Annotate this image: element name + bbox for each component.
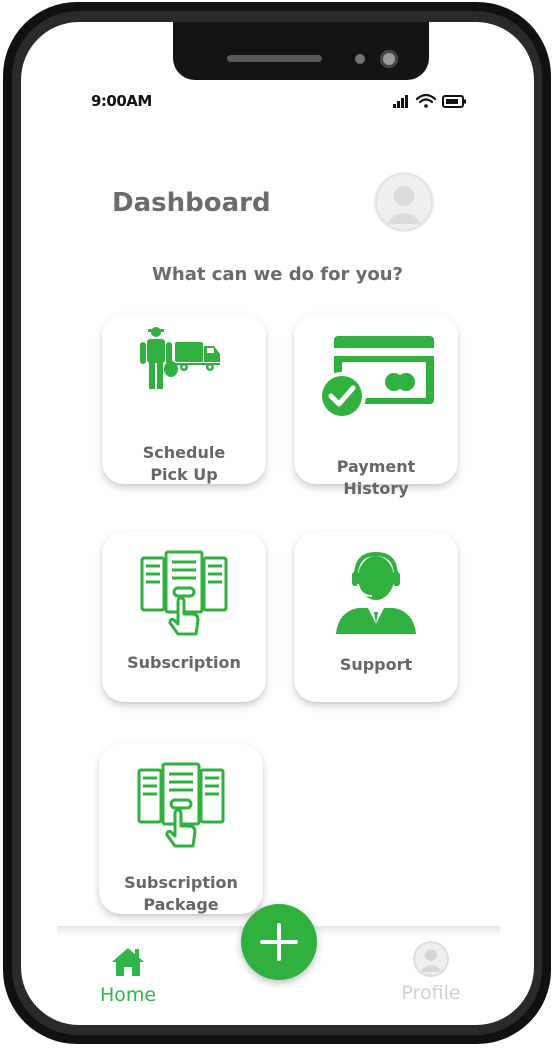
nav-profile-label: Profile: [401, 982, 461, 1004]
signal-icon: [393, 95, 408, 108]
subscription-tap-icon: [137, 762, 225, 848]
schedule-pickup-card[interactable]: Schedule Pick Up: [102, 314, 266, 484]
avatar[interactable]: [374, 172, 434, 232]
user-avatar-icon: [413, 941, 449, 977]
card-label-line1: Payment: [336, 457, 416, 476]
payment-history-card[interactable]: Payment History: [294, 314, 458, 498]
camera: [380, 50, 398, 68]
home-icon: [112, 948, 144, 976]
plus-icon-vertical: [277, 923, 281, 961]
credit-card-check-icon: [318, 336, 434, 420]
add-button[interactable]: [241, 904, 317, 980]
card-label-line1: Schedule: [142, 443, 226, 462]
user-avatar-icon: [375, 173, 433, 231]
notch: [173, 22, 429, 80]
page-title: Dashboard: [112, 188, 271, 218]
card-label-line2: History: [343, 479, 409, 498]
wifi-icon: [415, 93, 437, 108]
card-label-line2: Package: [143, 895, 219, 914]
card-label: Subscription: [127, 653, 241, 672]
phone-screen: 9:00AM Dashboard What can we do for you?: [21, 22, 534, 1025]
support-agent-icon: [336, 551, 416, 634]
prompt-text: What can we do for you?: [152, 264, 403, 285]
status-time: 9:00AM: [91, 92, 152, 110]
sensor: [355, 54, 365, 64]
nav-item-profile[interactable]: Profile: [401, 940, 461, 1004]
battery-icon: [442, 95, 466, 108]
subscription-card[interactable]: Subscription: [102, 532, 266, 702]
nav-home-label: Home: [99, 984, 157, 1006]
card-label-line1: Subscription: [124, 873, 238, 892]
status-icons: [393, 93, 466, 108]
nav-item-home[interactable]: Home: [97, 946, 159, 1006]
support-card[interactable]: Support: [294, 532, 458, 702]
subscription-tap-icon: [140, 550, 228, 636]
speaker: [227, 55, 322, 62]
delivery-truck-icon: [140, 327, 220, 389]
card-label: Support: [339, 655, 413, 674]
subscription-package-card[interactable]: Subscription Package: [99, 744, 263, 914]
card-label-line2: Pick Up: [150, 465, 218, 484]
